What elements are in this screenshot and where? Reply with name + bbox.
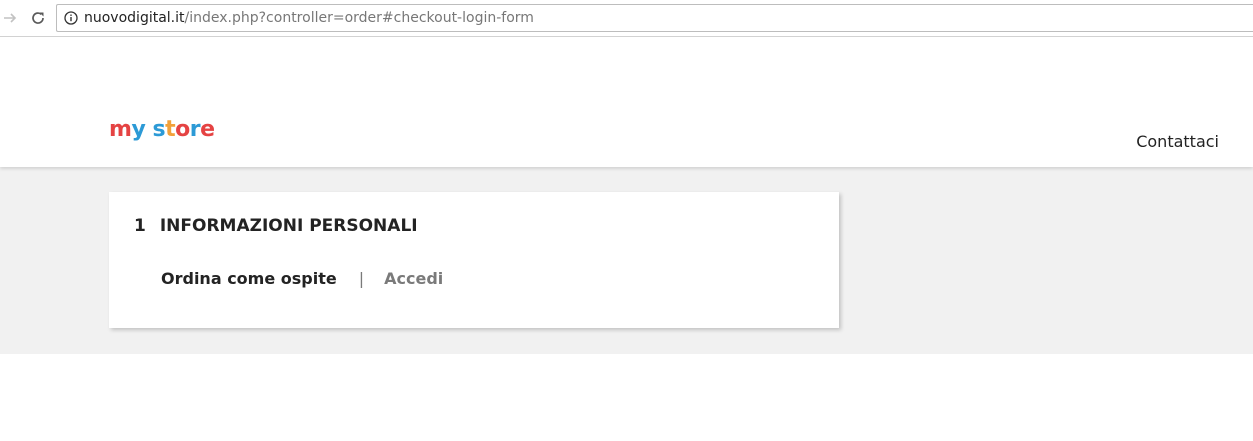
browser-toolbar: nuovodigital.it/index.php?controller=ord… xyxy=(0,0,1253,37)
logo-letter: r xyxy=(189,117,201,142)
logo-letter: t xyxy=(165,117,176,142)
step-number: 1 xyxy=(134,216,146,236)
step-heading[interactable]: 1 INFORMAZIONI PERSONALI xyxy=(134,216,418,236)
url-host: nuovodigital.it xyxy=(84,10,185,26)
logo-letter: y xyxy=(131,117,146,142)
store-logo[interactable]: my store xyxy=(109,116,215,144)
info-icon[interactable] xyxy=(64,11,78,25)
logo-letter: e xyxy=(200,117,215,142)
main-content: 1 INFORMAZIONI PERSONALI Ordina come osp… xyxy=(0,167,1253,354)
logo-letter: m xyxy=(109,117,132,142)
store-header: my store Contattaci xyxy=(0,37,1253,167)
address-bar[interactable]: nuovodigital.it/index.php?controller=ord… xyxy=(56,4,1253,32)
checkout-step-card: 1 INFORMAZIONI PERSONALI Ordina come osp… xyxy=(109,192,839,328)
url-path: /index.php?controller=order#checkout-log… xyxy=(184,10,534,26)
step-title: INFORMAZIONI PERSONALI xyxy=(159,216,418,236)
reload-icon[interactable] xyxy=(28,8,48,28)
logo-letter: s xyxy=(152,117,166,142)
logo-letter: o xyxy=(175,117,190,142)
tab-login[interactable]: Accedi xyxy=(384,269,443,288)
logo-letter xyxy=(145,116,152,144)
forward-arrow-icon[interactable] xyxy=(0,8,20,28)
contact-link[interactable]: Contattaci xyxy=(1136,132,1219,151)
checkout-tabs: Ordina come ospite | Accedi xyxy=(161,269,443,288)
tab-order-as-guest[interactable]: Ordina come ospite xyxy=(161,269,337,288)
tab-separator: | xyxy=(358,269,365,288)
